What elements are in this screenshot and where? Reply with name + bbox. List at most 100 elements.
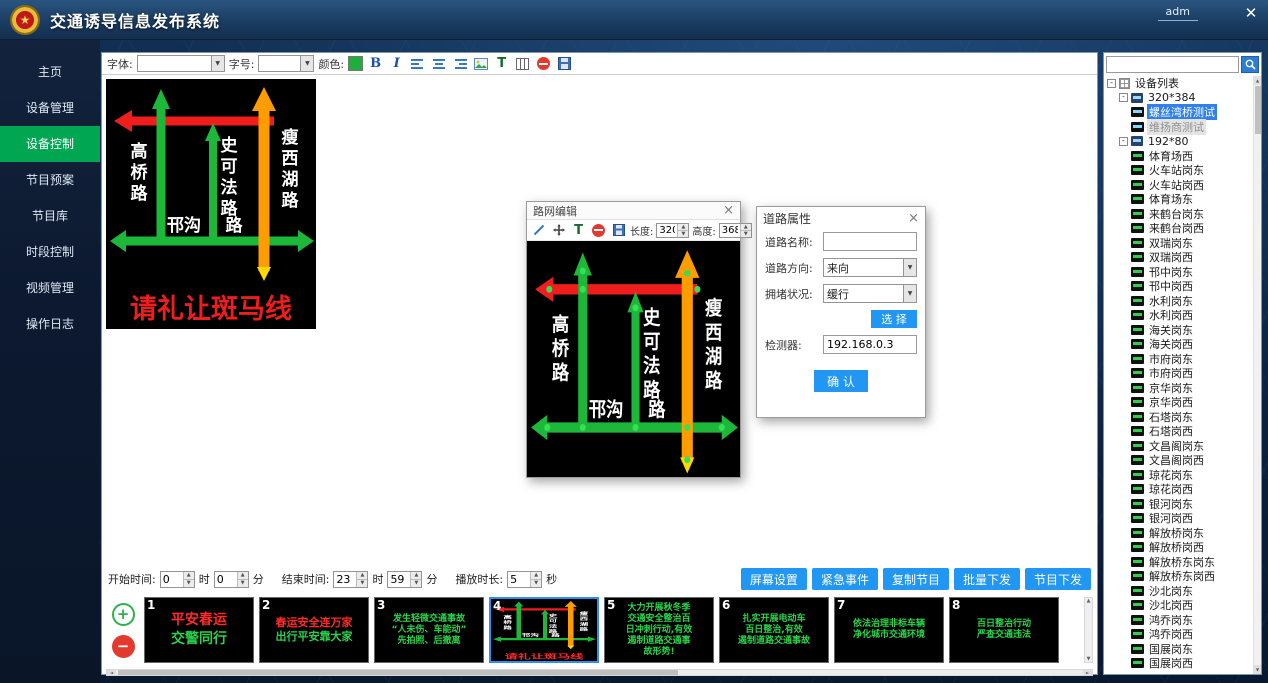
scroll-up-icon[interactable]: ▲	[1087, 598, 1091, 604]
spin-up-icon[interactable]: ▲	[184, 572, 194, 580]
end-minute-spinner[interactable]: ▲▼	[387, 571, 422, 588]
tree-item[interactable]: 京华岗西	[1104, 395, 1253, 410]
copy-program-button[interactable]: 复制节目	[883, 568, 949, 590]
align-center-button[interactable]	[430, 55, 447, 72]
insert-text-button[interactable]: T	[493, 55, 510, 72]
sidebar-item-time-control[interactable]: 时段控制	[0, 234, 100, 270]
sidebar-item-program-plan[interactable]: 节目预案	[0, 162, 100, 198]
tree-item[interactable]: 体育场西	[1104, 149, 1253, 164]
tree-item[interactable]: 螺丝湾桥测试	[1104, 105, 1253, 120]
user-menu[interactable]: adm	[1158, 5, 1198, 21]
spin-down-icon[interactable]: ▼	[357, 580, 367, 587]
tree-group[interactable]: -192*80	[1104, 134, 1253, 149]
columns-button[interactable]	[514, 55, 531, 72]
italic-button[interactable]: I	[388, 55, 405, 72]
tree-item[interactable]: 解放桥岗西	[1104, 540, 1253, 555]
roadnet-canvas[interactable]	[527, 241, 740, 477]
road-properties-titlebar[interactable]: 道路属性 ×	[757, 207, 925, 225]
tree-item[interactable]: 解放桥岗东	[1104, 526, 1253, 541]
scroll-left-icon[interactable]: ◄	[107, 670, 116, 675]
tree-item[interactable]: 沙北岗东	[1104, 584, 1253, 599]
detector-input[interactable]	[823, 335, 917, 354]
tree-item[interactable]: 国展岗西	[1104, 656, 1253, 671]
tree-item[interactable]: 鸿乔岗西	[1104, 627, 1253, 642]
close-icon[interactable]: ×	[723, 204, 734, 217]
device-search-input[interactable]	[1106, 56, 1239, 73]
scrollbar-thumb[interactable]	[118, 670, 678, 675]
tree-item[interactable]: 海关岗东	[1104, 323, 1253, 338]
spin-down-icon[interactable]: ▼	[238, 580, 248, 587]
playlist-item[interactable]: 6扎实开展电动车百日整治,有效遏制道路交通事故	[719, 597, 829, 663]
playlist-item[interactable]: 7依法治理非标车辆净化城市交通环境	[834, 597, 944, 663]
sidebar-item-operation-log[interactable]: 操作日志	[0, 306, 100, 342]
end-hour-spinner[interactable]: ▲▼	[333, 571, 368, 588]
scroll-right-icon[interactable]: ►	[1083, 670, 1092, 675]
remove-program-button[interactable]: −	[112, 635, 135, 658]
scroll-down-icon[interactable]: ▼	[1087, 656, 1091, 662]
no-entry-button[interactable]	[535, 55, 552, 72]
roadnet-dialog-titlebar[interactable]: 路网编辑 ×	[527, 202, 740, 220]
sidebar-item-device-control[interactable]: 设备控制	[0, 126, 100, 162]
close-window-button[interactable]: ✕	[1240, 3, 1262, 23]
spin-down-icon[interactable]: ▼	[411, 580, 421, 587]
road-direction-select[interactable]: 来向▼	[823, 258, 917, 277]
tree-item[interactable]: 解放桥东岗西	[1104, 569, 1253, 584]
tree-item[interactable]: 沙北岗西	[1104, 598, 1253, 613]
align-right-button[interactable]	[451, 55, 468, 72]
congestion-select[interactable]: 缓行▼	[823, 284, 917, 303]
close-icon[interactable]: ×	[908, 212, 919, 225]
tree-root[interactable]: -设备列表	[1104, 76, 1253, 91]
playlist-scrollbar[interactable]: ▲▼	[1084, 597, 1093, 663]
start-minute-spinner[interactable]: ▲▼	[214, 571, 249, 588]
font-size-select[interactable]: ▼	[258, 55, 314, 72]
tree-item[interactable]: 市府岗东	[1104, 352, 1253, 367]
spin-down-icon[interactable]: ▼	[678, 231, 688, 237]
font-select[interactable]: ▼	[137, 55, 225, 72]
tree-item[interactable]: 双瑞岗东	[1104, 236, 1253, 251]
tree-group[interactable]: -320*384	[1104, 91, 1253, 106]
spin-up-icon[interactable]: ▲	[741, 224, 751, 231]
spin-up-icon[interactable]: ▲	[238, 572, 248, 580]
tree-item[interactable]: 水利岗东	[1104, 294, 1253, 309]
start-hour-input[interactable]	[161, 572, 183, 587]
playlist-item[interactable]: 3发生轻微交通事故“人未伤、车能动”先拍照、后撤离	[374, 597, 484, 663]
save-roadnet-button[interactable]	[610, 222, 627, 239]
length-input[interactable]	[657, 224, 677, 237]
add-program-button[interactable]: +	[112, 603, 135, 626]
spin-up-icon[interactable]: ▲	[678, 224, 688, 231]
save-button[interactable]	[556, 55, 573, 72]
tree-expander-icon[interactable]: -	[1107, 79, 1116, 88]
end-minute-input[interactable]	[388, 572, 410, 587]
tree-expander-icon[interactable]: -	[1119, 93, 1128, 102]
duration-input[interactable]	[508, 572, 530, 587]
tree-item[interactable]: 邗中岗西	[1104, 279, 1253, 294]
tree-item[interactable]: 琼花岗西	[1104, 482, 1253, 497]
sidebar-item-video-management[interactable]: 视频管理	[0, 270, 100, 306]
tree-item[interactable]: 来鹤台岗东	[1104, 207, 1253, 222]
spin-up-icon[interactable]: ▲	[411, 572, 421, 580]
bold-button[interactable]: B	[367, 55, 384, 72]
screen-settings-button[interactable]: 屏幕设置	[741, 568, 807, 590]
tree-expander-icon[interactable]: -	[1119, 137, 1128, 146]
sidebar-item-program-library[interactable]: 节目库	[0, 198, 100, 234]
tree-item[interactable]: 鸿乔岗东	[1104, 613, 1253, 628]
start-minute-input[interactable]	[215, 572, 237, 587]
tree-item[interactable]: 京华岗东	[1104, 381, 1253, 396]
tree-item[interactable]: 文昌阁岗东	[1104, 439, 1253, 454]
spin-down-icon[interactable]: ▼	[531, 580, 541, 587]
delete-road-button[interactable]	[590, 222, 607, 239]
tree-item[interactable]: 文昌阁岗西	[1104, 453, 1253, 468]
spin-down-icon[interactable]: ▼	[184, 580, 194, 587]
scroll-down-icon[interactable]: ▼	[1254, 665, 1261, 674]
playlist-item[interactable]: 4请礼让斑马线	[489, 597, 599, 663]
horizontal-scroll-bar[interactable]: ◄ ►	[106, 669, 1093, 676]
playlist-item[interactable]: 1平安春运交警同行	[144, 597, 254, 663]
tree-item[interactable]: 邗中岗东	[1104, 265, 1253, 280]
text-tool-button[interactable]: T	[570, 222, 587, 239]
tree-item[interactable]: 维扬商测试	[1104, 120, 1253, 135]
device-tree-scrollbar[interactable]: ▲ ▼	[1253, 76, 1261, 674]
tree-item[interactable]: 双瑞岗西	[1104, 250, 1253, 265]
tree-item[interactable]: 石塔岗西	[1104, 424, 1253, 439]
tree-item[interactable]: 银河岗东	[1104, 497, 1253, 512]
tree-item[interactable]: 体育场东	[1104, 192, 1253, 207]
